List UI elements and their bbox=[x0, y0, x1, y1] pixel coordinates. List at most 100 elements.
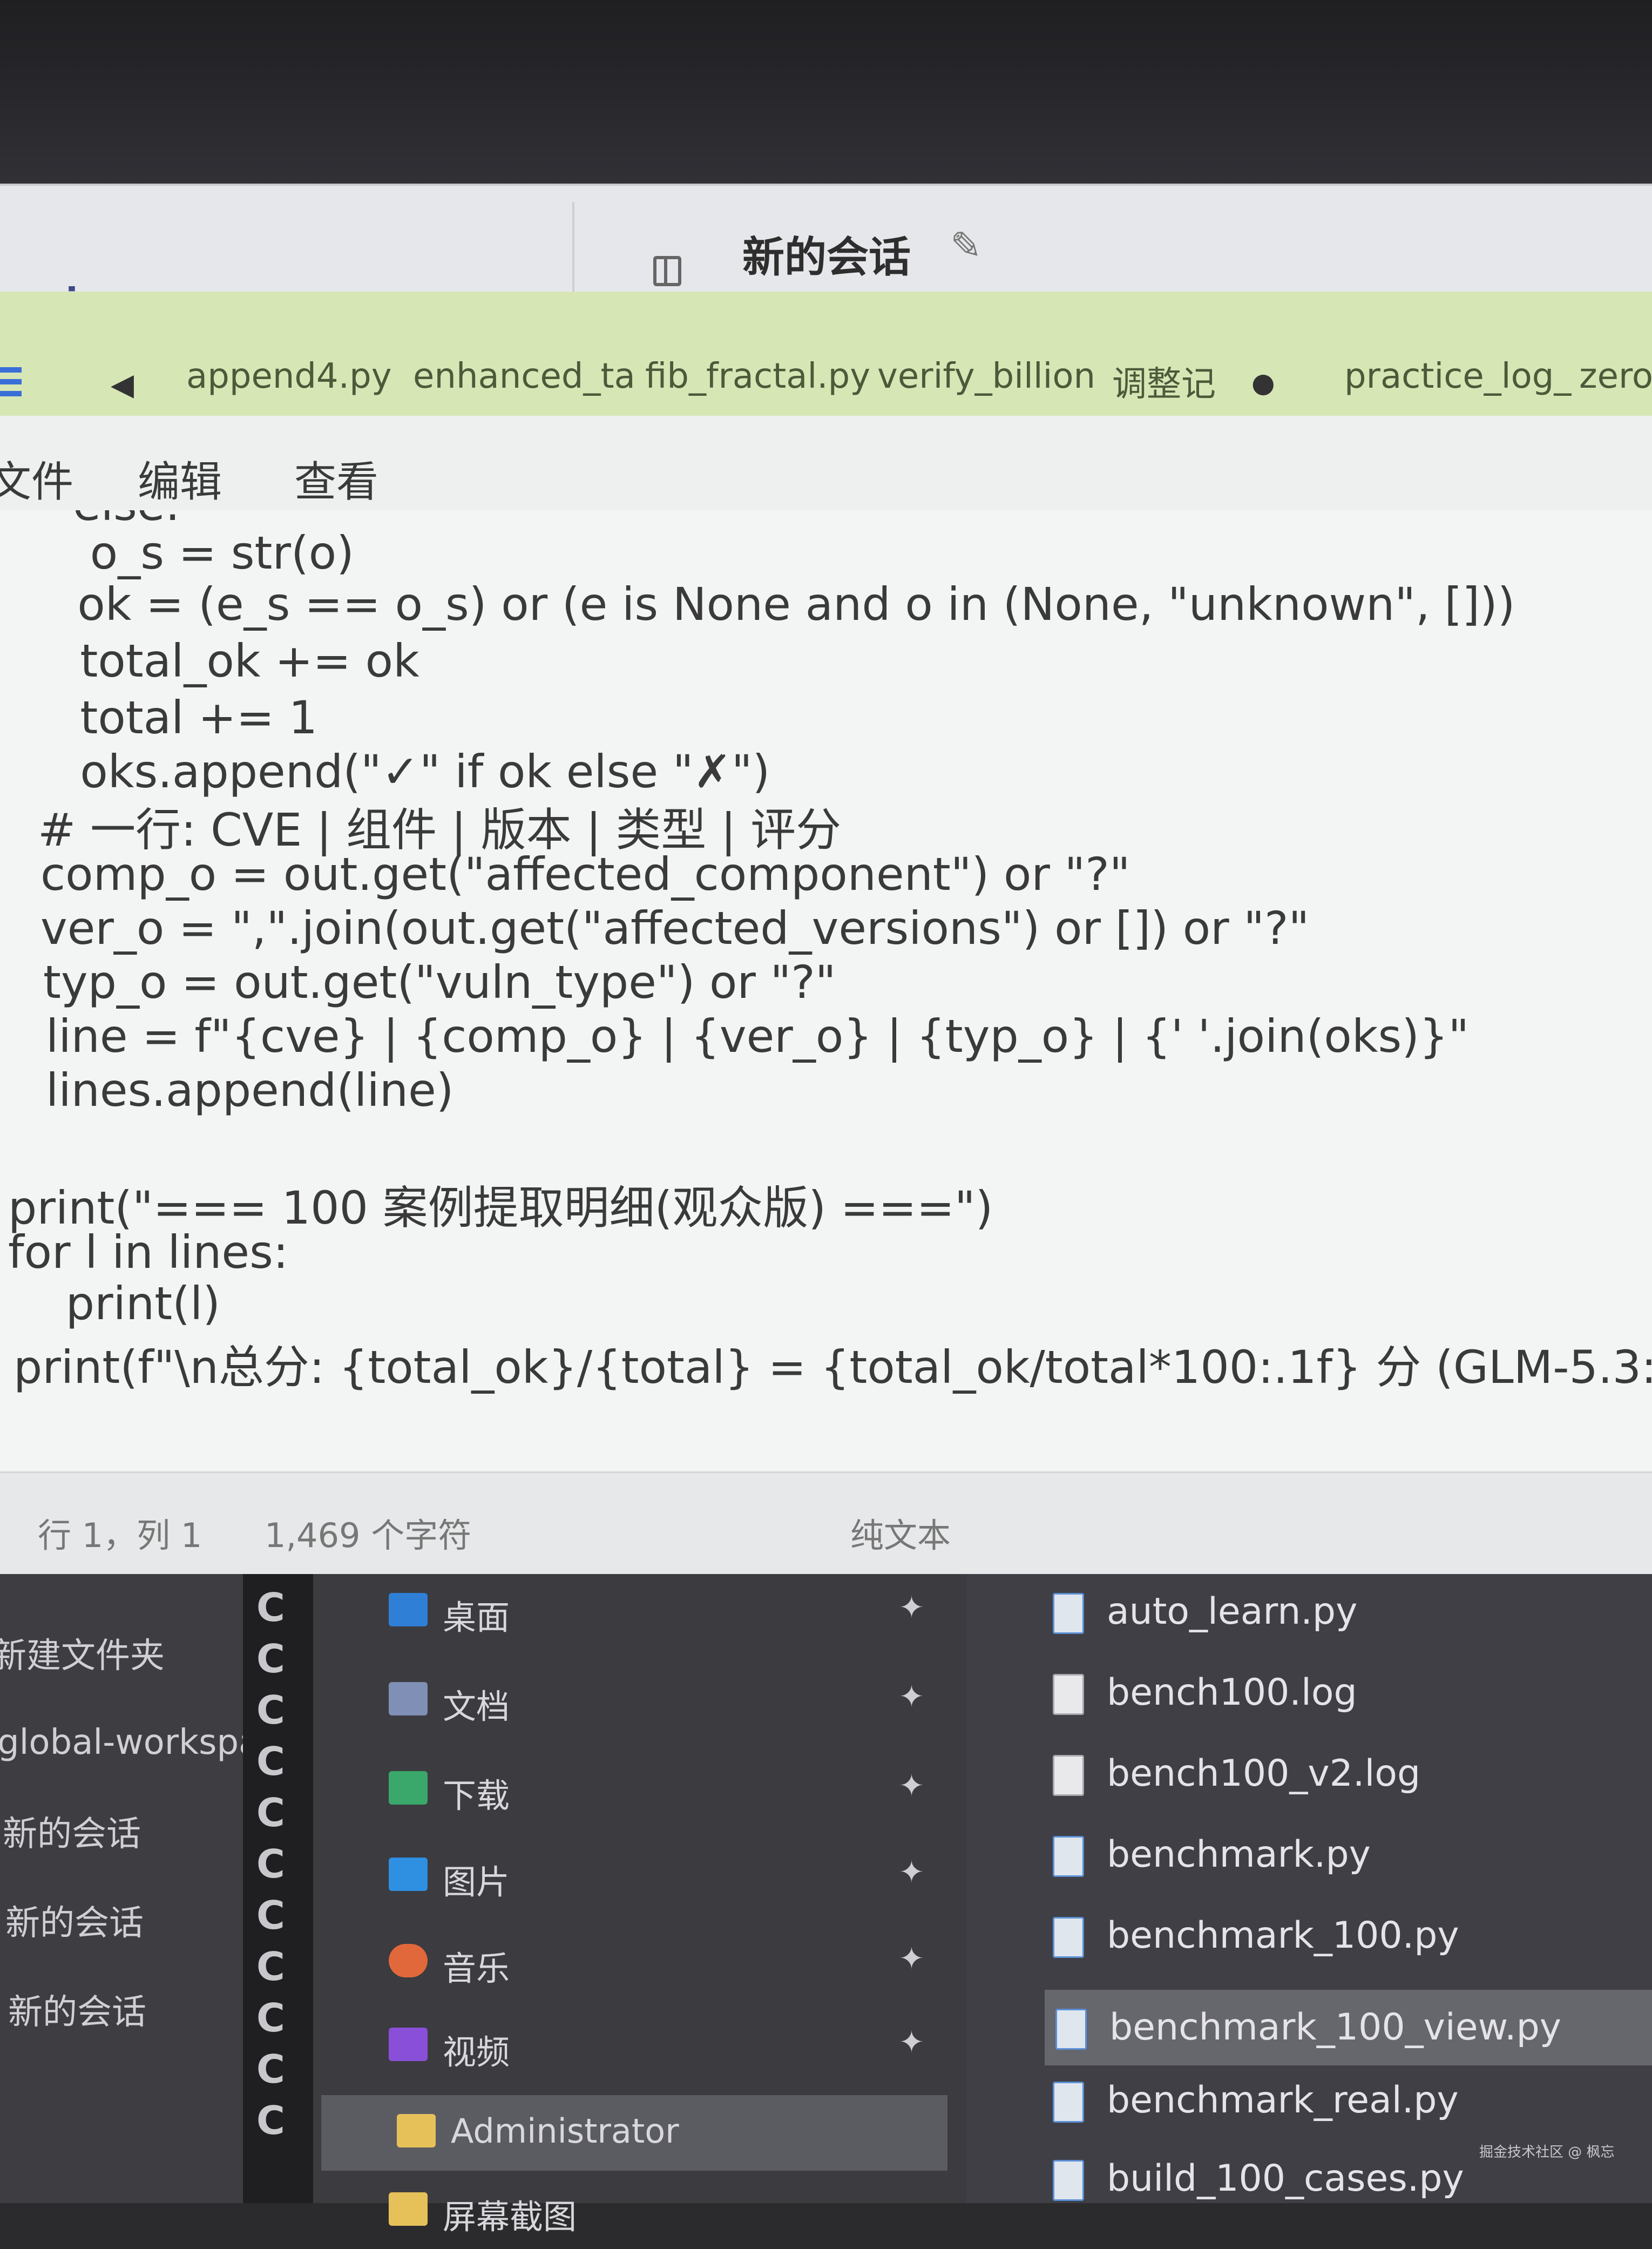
list-item[interactable]: 新建文件夹 bbox=[0, 1628, 165, 1678]
tab-scroll-left-icon[interactable]: ◀ bbox=[111, 367, 134, 402]
menu-view[interactable]: 查看 bbox=[294, 448, 378, 509]
python-file-icon bbox=[1053, 1917, 1084, 1958]
quick-access-videos[interactable]: 视频 ✦ bbox=[313, 2009, 950, 2084]
quick-access-music[interactable]: 音乐 ✦ bbox=[313, 1925, 950, 2001]
file-name: benchmark_100.py bbox=[1107, 1914, 1459, 1957]
code-line: comp_o = out.get("affected_component") o… bbox=[40, 848, 1130, 901]
code-line: ok = (e_s == o_s) or (e is None and o in… bbox=[49, 578, 1515, 631]
quick-access-label: 图片 bbox=[443, 1862, 510, 1902]
python-file-icon bbox=[1053, 1593, 1084, 1634]
code-line: for l in lines: bbox=[8, 1226, 289, 1279]
tab-adjust-notes[interactable]: 调整记 bbox=[1112, 356, 1216, 406]
watermark: 掘金技术社区 @ 枫忘 bbox=[1479, 2144, 1615, 2160]
file-list-pane: auto_learn.py bench100.log bench100_v2.l… bbox=[966, 1574, 1652, 2203]
pin-icon[interactable]: ✦ bbox=[899, 1768, 924, 1804]
code-line: oks.append("✓" if ok else "✗") bbox=[51, 745, 770, 798]
code-line: o_s = str(o) bbox=[32, 526, 354, 579]
menu-icon[interactable] bbox=[0, 367, 22, 405]
file-item[interactable]: benchmark_real.py bbox=[1042, 2063, 1652, 2138]
drive-letter: C bbox=[256, 1841, 285, 1887]
drive-letter: C bbox=[256, 1687, 285, 1733]
pictures-icon bbox=[389, 1858, 428, 1891]
text-file-icon bbox=[1053, 1755, 1084, 1796]
code-line: print(l) bbox=[8, 1277, 221, 1330]
code-line: total += 1 bbox=[51, 691, 318, 744]
drive-column: C C C C C C C C C C C bbox=[243, 1574, 313, 2203]
session-list: 新建文件夹 global-workspace 新的会话 新的会话 新的会话 bbox=[0, 1574, 300, 2203]
menu-edit[interactable]: 编辑 bbox=[138, 448, 222, 509]
cursor-position: 行 1，列 1 bbox=[38, 1516, 202, 1555]
list-item[interactable]: 新的会话 bbox=[3, 1806, 141, 1856]
quick-access-label: 音乐 bbox=[443, 1949, 510, 1988]
quick-access-label: 视频 bbox=[443, 2032, 510, 2072]
sidebar-toggle-icon[interactable] bbox=[653, 256, 681, 286]
file-name: benchmark.py bbox=[1107, 1833, 1371, 1876]
text-file-icon bbox=[1053, 1674, 1084, 1715]
pin-icon[interactable]: ✦ bbox=[899, 1590, 924, 1625]
pin-icon[interactable]: ✦ bbox=[899, 2025, 924, 2060]
tab-append4[interactable]: append4.py bbox=[186, 356, 392, 396]
file-item[interactable]: bench100_v2.log bbox=[1042, 1736, 1652, 1812]
code-line: typ_o = out.get("vuln_type") or "?" bbox=[43, 956, 836, 1009]
file-name: bench100.log bbox=[1107, 1671, 1357, 1714]
drive-letter: C bbox=[256, 1995, 285, 2041]
tab-verify-billion[interactable]: verify_billion bbox=[877, 356, 1095, 396]
file-name: benchmark_real.py bbox=[1107, 2079, 1459, 2122]
code-line: lines.append(line) bbox=[46, 1064, 454, 1117]
list-item[interactable]: 新的会话 bbox=[8, 1984, 146, 2034]
drive-letter: C bbox=[256, 2098, 285, 2143]
quick-access-pane: 桌面 ✦ 文档 ✦ 下载 ✦ 图片 ✦ 音乐 ✦ 视频 ✦ Administra… bbox=[313, 1574, 966, 2237]
list-item[interactable]: 新的会话 bbox=[5, 1895, 144, 1945]
quick-access-documents[interactable]: 文档 ✦ bbox=[313, 1663, 950, 1739]
window-title: 新的会话 bbox=[742, 233, 911, 282]
quick-access-administrator[interactable]: Administrator bbox=[321, 2095, 947, 2171]
tab-enhanced-ta[interactable]: enhanced_ta bbox=[413, 356, 635, 396]
drive-letter: C bbox=[256, 1585, 285, 1630]
code-line: ver_o = ",".join(out.get("affected_versi… bbox=[40, 902, 1310, 955]
title-bar: sonix 新的会话 ✎ bbox=[0, 184, 1652, 322]
python-file-icon bbox=[1053, 2082, 1084, 2123]
tab-zeros[interactable]: zeros bbox=[1579, 356, 1652, 396]
text-editor[interactable]: else: o_s = str(o) ok = (e_s == o_s) or … bbox=[0, 510, 1652, 1471]
file-mode[interactable]: 纯文本 bbox=[850, 1508, 951, 1557]
quick-access-downloads[interactable]: 下载 ✦ bbox=[313, 1752, 950, 1828]
menu-file[interactable]: 文件 bbox=[0, 448, 73, 509]
quick-access-label: 下载 bbox=[443, 1776, 510, 1815]
quick-access-desktop[interactable]: 桌面 ✦ bbox=[313, 1574, 950, 1650]
file-item[interactable]: auto_learn.py bbox=[1042, 1574, 1652, 1650]
python-file-icon bbox=[1053, 2160, 1084, 2201]
music-icon bbox=[389, 1944, 428, 1977]
file-item[interactable]: bench100.log bbox=[1042, 1655, 1652, 1731]
titlebar-divider bbox=[572, 202, 574, 294]
python-file-icon bbox=[1053, 1836, 1084, 1877]
quick-access-screenshots[interactable]: 屏幕截图 bbox=[313, 2173, 950, 2249]
file-item[interactable]: benchmark_100.py bbox=[1042, 1898, 1652, 1974]
drive-letter: C bbox=[256, 1739, 285, 1784]
file-item-selected[interactable]: benchmark_100_view.py bbox=[1045, 1990, 1652, 2065]
unsaved-indicator-icon: ● bbox=[1251, 367, 1275, 399]
drive-letter: C bbox=[256, 1893, 285, 1938]
pin-icon[interactable]: ✦ bbox=[899, 1941, 924, 1976]
tab-practice-log[interactable]: practice_log_ bbox=[1344, 356, 1571, 396]
quick-access-label: Administrator bbox=[451, 2111, 679, 2151]
file-item[interactable]: benchmark.py bbox=[1042, 1817, 1652, 1893]
file-name: bench100_v2.log bbox=[1107, 1752, 1421, 1795]
code-line: total_ok += ok bbox=[51, 634, 419, 687]
drive-letter: C bbox=[256, 1944, 285, 1989]
download-icon bbox=[389, 1771, 428, 1805]
drive-letter: C bbox=[256, 1790, 285, 1835]
quick-access-label: 文档 bbox=[443, 1687, 510, 1726]
drive-letter: C bbox=[256, 1636, 285, 1681]
tab-fib-fractal[interactable]: fib_fractal.py bbox=[645, 356, 870, 396]
file-name: benchmark_100_view.py bbox=[1109, 2006, 1561, 2049]
pin-icon[interactable]: ✦ bbox=[899, 1855, 924, 1890]
documents-icon bbox=[389, 1682, 428, 1716]
edit-title-icon[interactable]: ✎ bbox=[950, 224, 982, 268]
quick-access-label: 桌面 bbox=[443, 1598, 510, 1637]
python-file-icon bbox=[1055, 2009, 1087, 2050]
videos-icon bbox=[389, 2028, 428, 2061]
tab-bar: ◀ append4.py enhanced_ta fib_fractal.py … bbox=[0, 292, 1652, 416]
pin-icon[interactable]: ✦ bbox=[899, 1679, 924, 1714]
quick-access-label: 屏幕截图 bbox=[443, 2197, 577, 2237]
quick-access-pictures[interactable]: 图片 ✦ bbox=[313, 1839, 950, 1914]
